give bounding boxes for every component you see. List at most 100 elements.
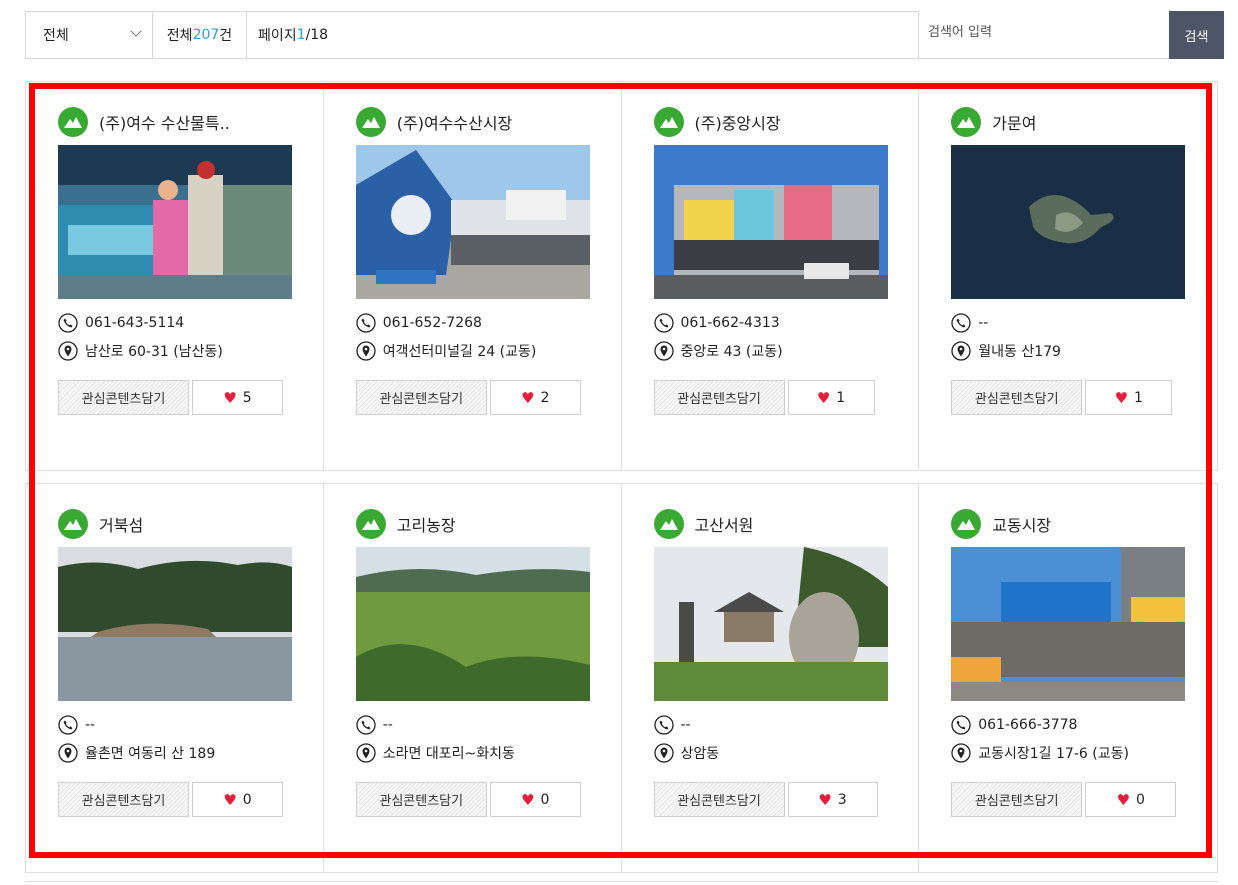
total-count-label: 전체 <box>166 28 193 44</box>
content-grid: (주)여수 수산물특.. 061-643-5114 남산로 60-31 (남산동… <box>25 81 1218 873</box>
add-favorite-button[interactable]: 관심콘텐츠담기 <box>355 380 487 415</box>
card-title-row[interactable]: 교동시장 <box>951 509 1051 539</box>
like-button[interactable]: ♥ 0 <box>489 782 581 817</box>
card-title-row[interactable]: (주)여수수산시장 <box>355 107 513 137</box>
card-title-row[interactable]: (주)여수 수산물특.. <box>58 107 230 137</box>
mountain-icon <box>653 107 684 137</box>
phone-number: 061-643-5114 <box>85 315 185 331</box>
card-photo[interactable] <box>653 145 888 299</box>
phone-number: -- <box>680 717 691 733</box>
heart-icon: ♥ <box>818 790 832 809</box>
like-button[interactable]: ♥ 1 <box>787 380 875 415</box>
card-title-row[interactable]: (주)중앙시장 <box>653 107 781 137</box>
like-button[interactable]: ♥ 3 <box>787 782 878 817</box>
phone-number: -- <box>85 717 96 733</box>
heart-icon: ♥ <box>521 790 535 809</box>
location-pin-icon <box>58 743 78 763</box>
mountain-icon <box>355 509 386 539</box>
card-address: 남산로 60-31 (남산동) <box>58 341 223 361</box>
total-count-unit: 건 <box>219 28 233 44</box>
page-indicator: 페이지 1/18 <box>247 12 919 58</box>
category-select[interactable]: 전체 <box>26 12 153 58</box>
total-count: 전체 207 건 <box>153 12 247 58</box>
card-title: (주)여수수산시장 <box>396 114 513 133</box>
card-photo[interactable] <box>355 547 590 701</box>
location-pin-icon <box>356 743 376 763</box>
card-title-row[interactable]: 가문여 <box>951 107 1036 137</box>
card-photo[interactable] <box>951 145 1186 299</box>
add-favorite-button[interactable]: 관심콘텐츠담기 <box>951 380 1083 415</box>
phone-icon <box>653 313 674 333</box>
location-pin-icon <box>653 341 674 361</box>
search-input[interactable] <box>919 6 1169 58</box>
location-pin-icon <box>951 341 971 361</box>
like-button[interactable]: ♥ 5 <box>192 380 283 415</box>
like-count: 1 <box>836 389 846 406</box>
phone-number: -- <box>978 315 989 331</box>
card-address: 소라면 대포리~화치동 <box>356 743 515 763</box>
add-favorite-button[interactable]: 관심콘텐츠담기 <box>58 782 189 817</box>
card-photo[interactable] <box>951 547 1186 701</box>
mountain-icon <box>653 509 684 539</box>
mountain-icon <box>951 107 982 137</box>
card-title: 거북섬 <box>99 516 144 535</box>
phone-icon <box>951 715 971 735</box>
phone-icon <box>951 313 971 333</box>
search-button[interactable]: 검색 <box>1169 11 1224 59</box>
card-title: (주)중앙시장 <box>694 114 781 133</box>
like-button[interactable]: ♥ 1 <box>1085 380 1173 415</box>
card-phone: 061-643-5114 <box>58 313 184 333</box>
add-favorite-button[interactable]: 관심콘텐츠담기 <box>653 782 785 817</box>
content-card: 고리농장 -- 소라면 대포리~화치동 관심콘텐츠담기 ♥ 0 <box>324 484 622 872</box>
card-address: 월내동 산179 <box>951 341 1061 361</box>
like-count: 0 <box>242 791 252 808</box>
card-photo[interactable] <box>58 547 292 701</box>
add-favorite-button[interactable]: 관심콘텐츠담기 <box>355 782 487 817</box>
mountain-icon <box>58 107 88 137</box>
chevron-down-icon <box>130 25 142 37</box>
add-favorite-button[interactable]: 관심콘텐츠담기 <box>58 380 189 415</box>
bottom-divider <box>25 881 1218 882</box>
card-photo[interactable] <box>355 145 590 299</box>
like-count: 5 <box>242 389 252 406</box>
card-title: 교동시장 <box>992 516 1052 535</box>
card-photo[interactable] <box>58 145 292 299</box>
like-button[interactable]: ♥ 2 <box>489 380 581 415</box>
like-count: 0 <box>1136 791 1145 808</box>
card-phone: 061-666-3778 <box>951 715 1077 735</box>
card-title-row[interactable]: 고리농장 <box>355 509 456 539</box>
phone-number: 061-666-3778 <box>978 717 1078 733</box>
like-count: 0 <box>540 791 550 808</box>
grid-row: 거북섬 -- 율촌면 여동리 산 189 관심콘텐츠담기 ♥ 0 고리농장 --… <box>25 483 1218 873</box>
card-photo[interactable] <box>653 547 888 701</box>
card-title-row[interactable]: 고산서원 <box>653 509 754 539</box>
location-pin-icon <box>653 743 674 763</box>
card-address: 교동시장1길 17-6 (교동) <box>951 743 1129 763</box>
category-select-value: 전체 <box>43 28 69 44</box>
add-favorite-button[interactable]: 관심콘텐츠담기 <box>951 782 1083 817</box>
phone-number: 061-662-4313 <box>680 315 780 331</box>
like-count: 2 <box>540 389 550 406</box>
like-button[interactable]: ♥ 0 <box>192 782 283 817</box>
address-text: 중앙로 43 (교동) <box>680 344 783 360</box>
card-title-row[interactable]: 거북섬 <box>58 509 143 539</box>
page-label: 페이지 <box>258 28 297 44</box>
card-address: 중앙로 43 (교동) <box>653 341 783 361</box>
card-phone: -- <box>653 715 691 735</box>
heart-icon: ♥ <box>1114 388 1129 407</box>
card-title: 고산서원 <box>694 516 754 535</box>
address-text: 여객선터미널길 24 (교동) <box>382 344 537 360</box>
phone-icon <box>58 715 78 735</box>
card-phone: -- <box>951 313 988 333</box>
heart-icon: ♥ <box>223 790 237 809</box>
content-card: 가문여 -- 월내동 산179 관심콘텐츠담기 ♥ 1 <box>919 82 1217 470</box>
phone-number: 061-652-7268 <box>382 315 482 331</box>
card-address: 상암동 <box>653 743 719 763</box>
add-favorite-button[interactable]: 관심콘텐츠담기 <box>653 380 785 415</box>
address-text: 소라면 대포리~화치동 <box>382 746 515 762</box>
card-phone: -- <box>58 715 95 735</box>
content-card: (주)중앙시장 061-662-4313 중앙로 43 (교동) 관심콘텐츠담기… <box>622 82 920 470</box>
content-card: 고산서원 -- 상암동 관심콘텐츠담기 ♥ 3 <box>622 484 920 872</box>
like-button[interactable]: ♥ 0 <box>1085 782 1177 817</box>
card-phone: 061-652-7268 <box>356 313 482 333</box>
